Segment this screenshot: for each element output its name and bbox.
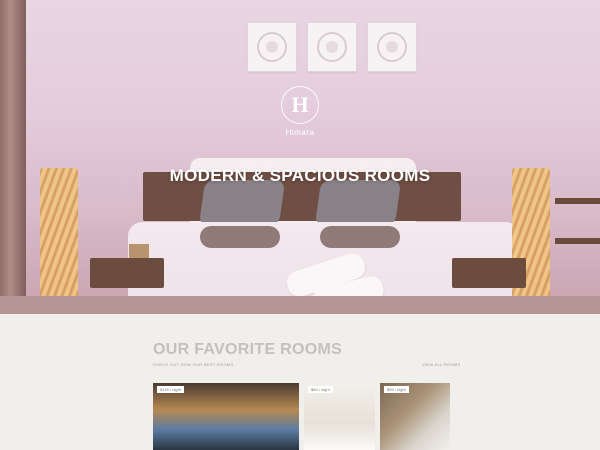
room-price-badge: $129 / night (157, 386, 184, 393)
side-table-right (452, 258, 526, 288)
room-card-3[interactable]: $99 / night (380, 383, 450, 450)
bolster-right (320, 226, 400, 248)
bolster-left (200, 226, 280, 248)
wall-shelf-bottom (555, 238, 600, 244)
brand-name: Himara (285, 128, 315, 137)
favorite-rooms-section (0, 314, 600, 450)
hotel-logo-icon[interactable]: H (281, 86, 319, 124)
gray-pillow-left (198, 180, 286, 226)
wall-art-panel-3 (367, 22, 417, 72)
wall-shelf-top (555, 198, 600, 204)
section-subtitle: CHECK OUT NOW OUR BEST ROOMS (153, 362, 234, 367)
side-table-left (90, 258, 164, 288)
room-price-badge: $99 / night (384, 386, 409, 393)
hero-title: MODERN & SPACIOUS ROOMS (169, 166, 431, 185)
room-price-badge: $89 / night (308, 386, 333, 393)
wall-art-panel-2 (307, 22, 357, 72)
room-card-2[interactable]: $89 / night (304, 383, 375, 450)
curtain-image (0, 0, 26, 300)
room-card-1[interactable]: $129 / night (153, 383, 299, 450)
gray-pillow-right (314, 180, 402, 226)
section-title: OUR FAVORITE ROOMS (153, 341, 343, 358)
wall-art-panel-1 (247, 22, 297, 72)
view-all-rooms-link[interactable]: VIEW ALL ROOMS (422, 362, 461, 367)
tissue-box (129, 244, 149, 258)
hero-banner: H Himara MODERN & SPACIOUS ROOMS (0, 0, 600, 314)
floor-lamp-left (40, 168, 78, 298)
logo-letter: H (291, 92, 309, 117)
floor (0, 296, 600, 314)
